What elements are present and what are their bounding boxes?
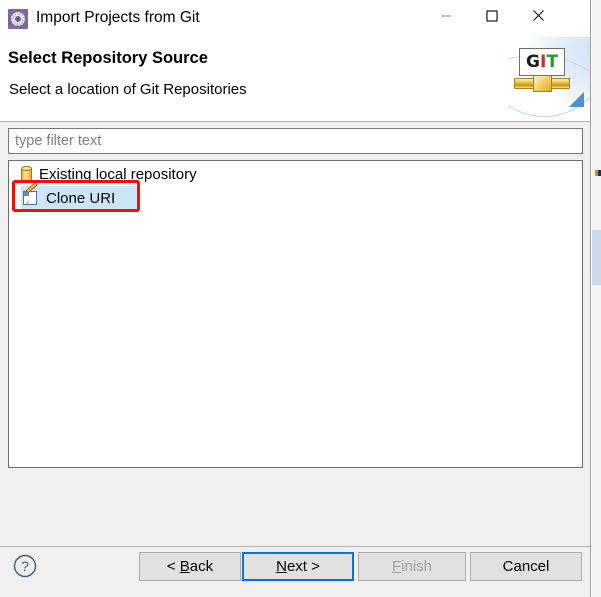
git-logo-icon: GIT <box>514 48 572 100</box>
maximize-icon[interactable] <box>469 0 515 31</box>
gear-icon <box>8 9 28 29</box>
minimize-icon[interactable] <box>423 0 469 31</box>
repository-icon <box>21 166 32 182</box>
help-icon[interactable]: ? <box>13 554 37 578</box>
finish-button[interactable]: Finish <box>358 552 466 581</box>
svg-text:?: ? <box>21 558 29 574</box>
background-window-icon <box>595 170 601 176</box>
git-logo-letter-t: T <box>546 52 558 72</box>
tree-item-clone-uri[interactable]: Clone URI <box>21 181 137 210</box>
clone-uri-icon <box>23 181 39 206</box>
next-button-accel: N <box>276 558 287 575</box>
background-window-strip <box>592 0 601 597</box>
close-icon[interactable] <box>515 0 561 31</box>
tree-item-label: Clone URI <box>46 189 116 207</box>
tree-item-existing-local-repository[interactable]: Existing local repository <box>21 162 197 186</box>
title-bar: Import Projects from Git <box>0 0 590 37</box>
finish-button-accel: F <box>391 558 402 575</box>
dialog-window: Import Projects from Git Select Reposito… <box>0 0 591 597</box>
git-logo-letter-g: G <box>526 52 541 72</box>
tree-item-label: Existing local repository <box>39 165 197 183</box>
search-input[interactable] <box>8 128 583 154</box>
cancel-button[interactable]: Cancel <box>470 552 582 581</box>
repository-source-tree[interactable]: Existing local repository Clone URI <box>8 160 583 468</box>
back-button[interactable]: < Back <box>139 552 241 581</box>
page-description: Select a location of Git Repositories <box>9 81 247 98</box>
header-banner: GIT <box>508 37 590 121</box>
dialog-header: Select Repository Source Select a locati… <box>0 37 590 122</box>
back-button-accel: B <box>179 558 190 575</box>
page-title: Select Repository Source <box>8 49 208 67</box>
window-title: Import Projects from Git <box>36 9 200 26</box>
next-button[interactable]: Next > <box>242 552 354 581</box>
